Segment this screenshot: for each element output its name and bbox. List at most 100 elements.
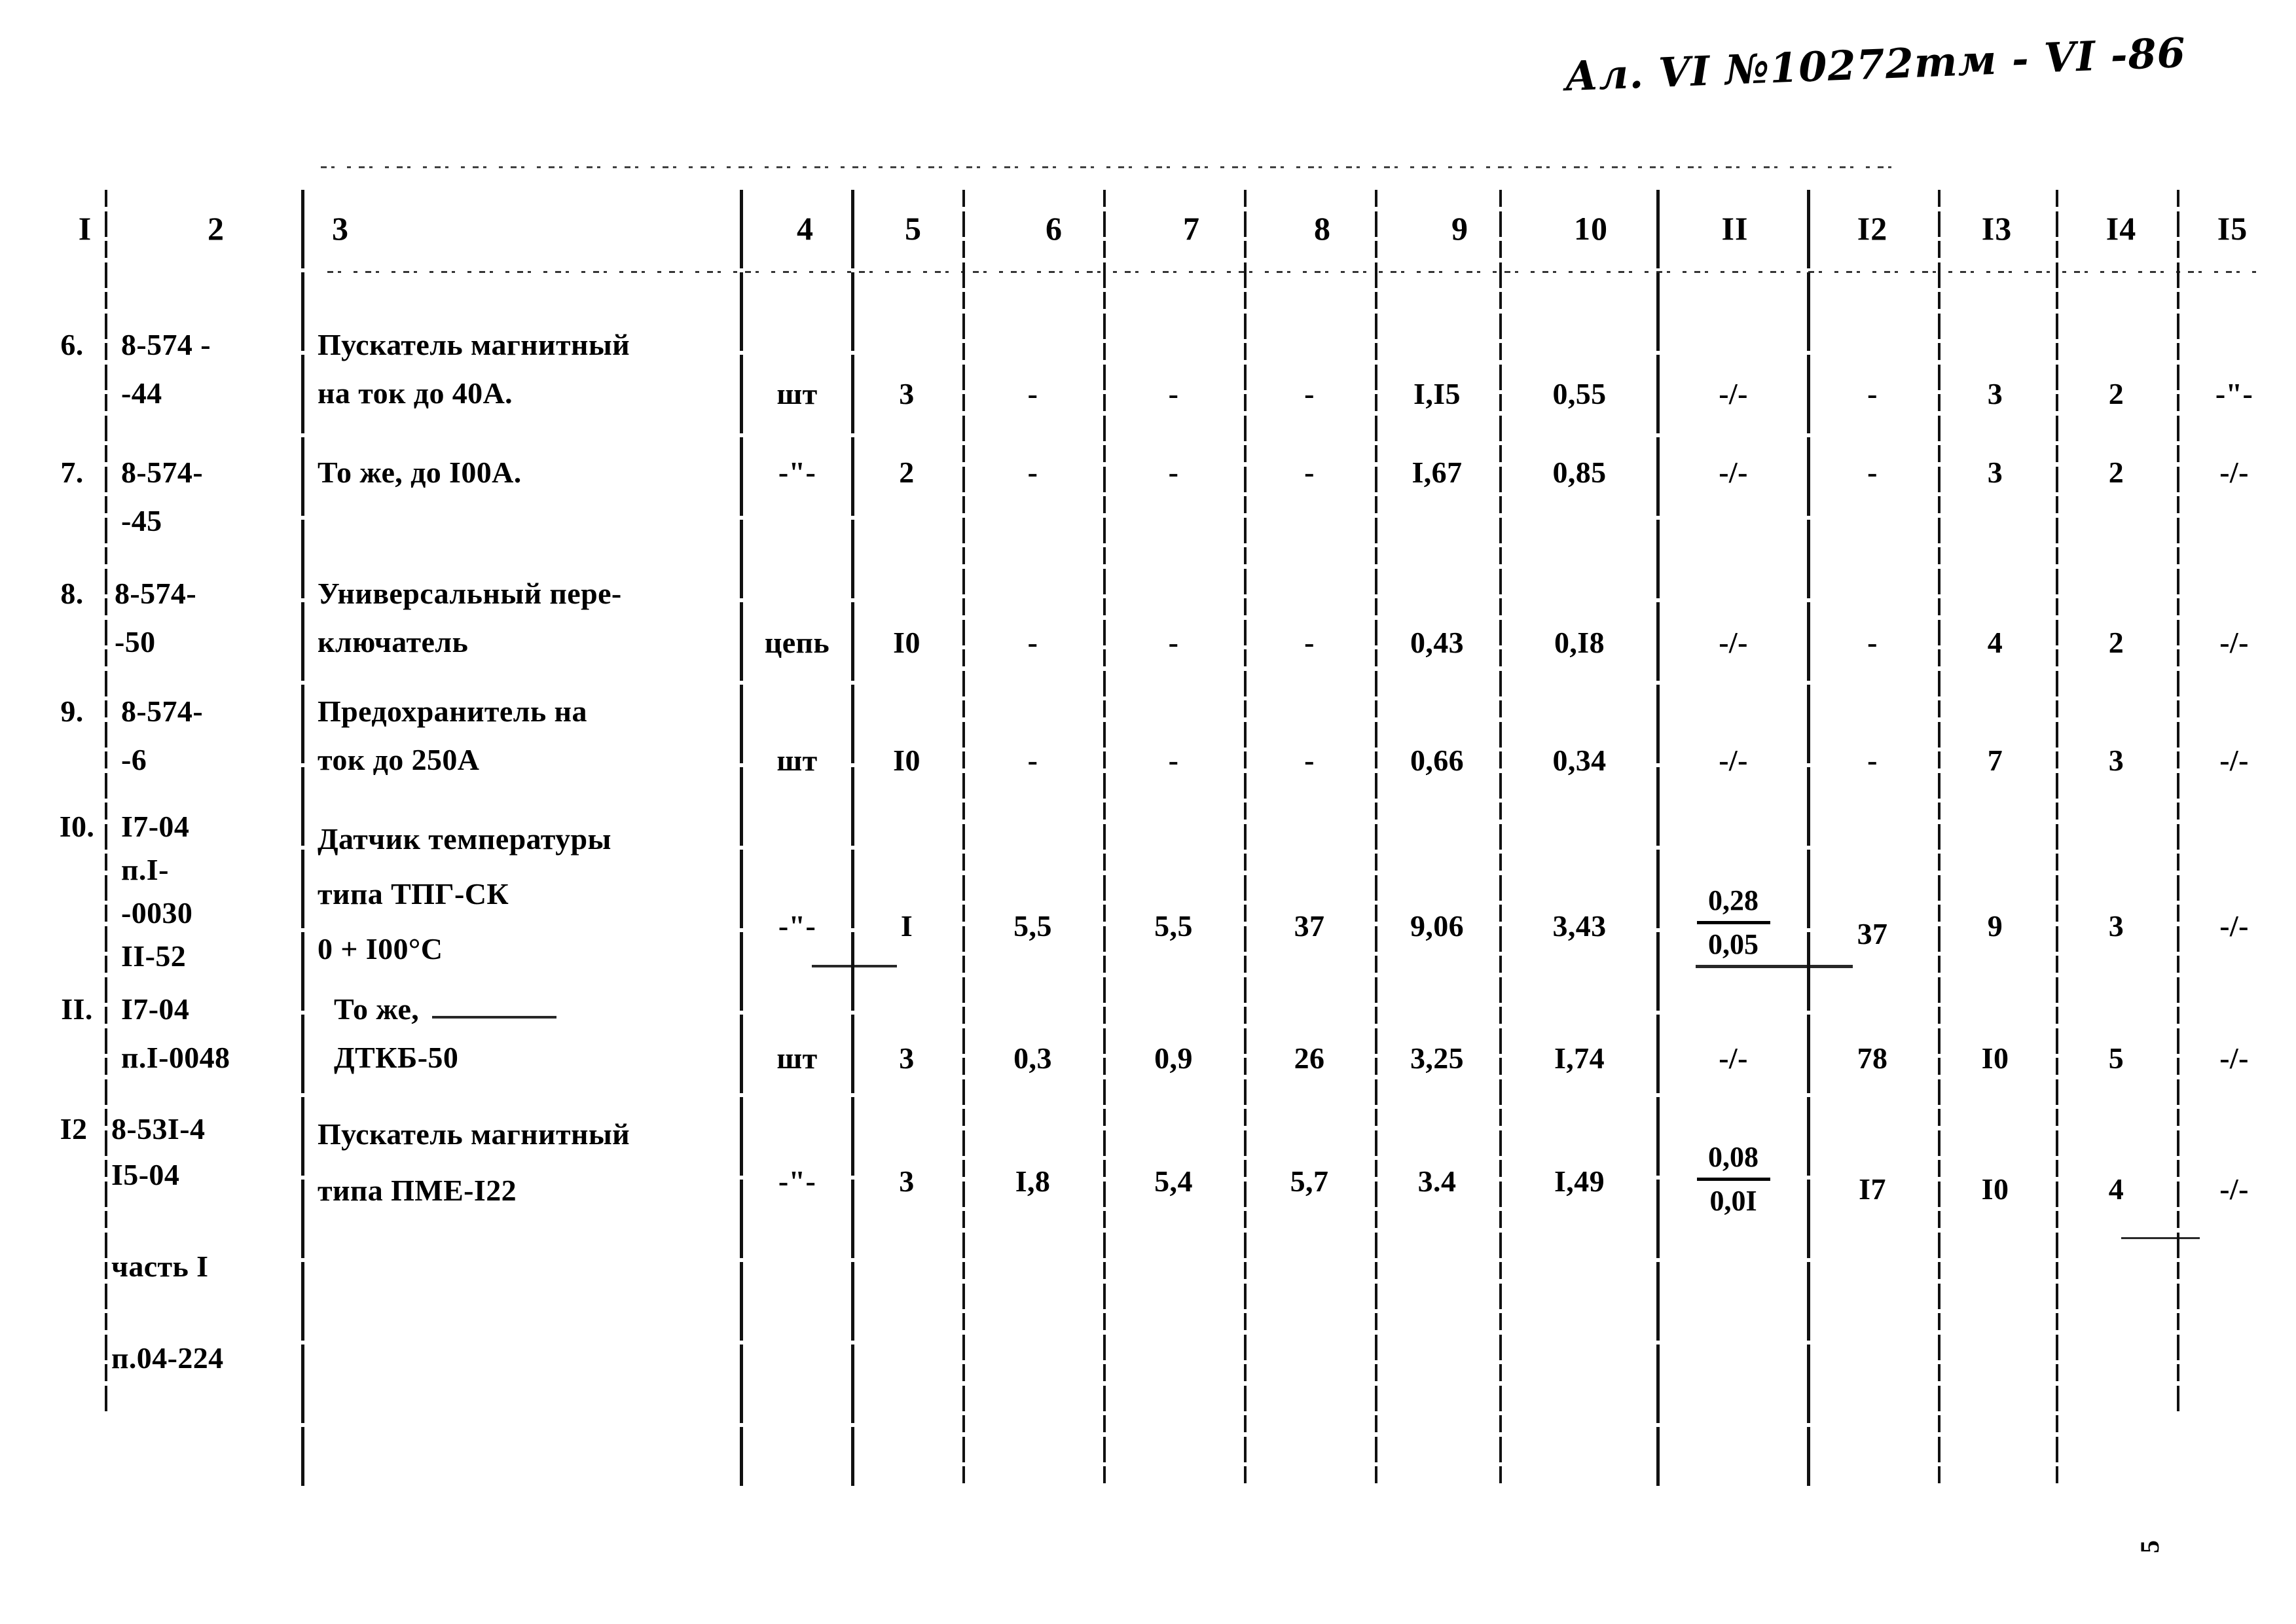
table-row-fraction: 0,28 0,05 <box>1663 882 1804 963</box>
table-row: Универсальный пере- ключатель <box>318 577 622 659</box>
table-row: 8-574- -6 <box>121 695 204 776</box>
column-header-12: I2 <box>1857 210 1888 247</box>
table-row: I0 <box>1981 1041 2009 1075</box>
scan-artifact-stroke <box>812 965 897 967</box>
table-top-border <box>321 166 1892 168</box>
page-corner-mark: 5 <box>2135 1539 2164 1553</box>
table-row: I0. <box>59 810 95 843</box>
table-row: 37 <box>1857 917 1888 950</box>
fraction-numerator: 0,08 <box>1708 1141 1758 1173</box>
table-row: 0,66 <box>1410 744 1465 777</box>
table-row: - <box>1304 626 1315 659</box>
table-row: I,49 <box>1554 1164 1605 1198</box>
table-row: То же, до I00А. <box>318 456 522 489</box>
table-row: -"- <box>2215 377 2253 410</box>
table-row: 3,43 <box>1552 909 1607 943</box>
table-row: - <box>1168 456 1179 489</box>
table-row: 0,55 <box>1552 377 1607 410</box>
table-row: цепь <box>764 626 830 659</box>
table-row: -/- <box>2219 909 2249 943</box>
table-row: 3 <box>899 1041 915 1075</box>
table-row: I2 <box>60 1112 88 1146</box>
fraction-numerator: 0,28 <box>1708 884 1758 916</box>
table-row: 26 <box>1294 1041 1325 1075</box>
column-header-9: 9 <box>1451 210 1468 247</box>
table-row: Пускатель магнитный типа ПМЕ-I22 <box>318 1117 630 1207</box>
table-row: - <box>1027 456 1038 489</box>
table-row: 78 <box>1857 1041 1888 1075</box>
fraction-denominator: 0,05 <box>1708 928 1758 960</box>
column-divider-10 <box>1656 190 1660 1486</box>
column-header-7: 7 <box>1183 210 1200 247</box>
table-row: 9,06 <box>1410 909 1465 943</box>
column-header-1: I <box>78 210 92 247</box>
fraction-denominator: 0,0I <box>1709 1185 1757 1217</box>
table-row: I <box>900 909 913 943</box>
table-row: - <box>1027 744 1038 777</box>
table-row: 2 <box>2108 377 2124 410</box>
table-row: - <box>1168 377 1179 410</box>
table-row: 5,7 <box>1290 1164 1329 1198</box>
column-divider-9 <box>1499 190 1502 1486</box>
table-row: - <box>1304 744 1315 777</box>
table-row: - <box>1304 456 1315 489</box>
column-divider-13 <box>2056 190 2058 1486</box>
table-row: 5,5 <box>1154 909 1193 943</box>
table-row: 3 <box>899 377 915 410</box>
table-row: Датчик температуры типа ТПГ-СК 0 + I00°С <box>318 822 611 965</box>
table-row: 0,34 <box>1552 744 1607 777</box>
table-row: 5,5 <box>1013 909 1052 943</box>
column-header-6: 6 <box>1046 210 1063 247</box>
table-row: -/- <box>1719 456 1748 489</box>
table-row: -/- <box>1719 377 1748 410</box>
table-row: 0,9 <box>1154 1041 1193 1075</box>
handwritten-archive-reference: Ал. VI №10272тм - VI -86 <box>1563 28 2187 101</box>
table-row: I,8 <box>1015 1164 1051 1198</box>
table-row: 3.4 <box>1417 1164 1457 1198</box>
table-row: -/- <box>2219 626 2249 659</box>
table-row: 3 <box>1987 377 2003 410</box>
table-row: I7 <box>1859 1172 1886 1206</box>
column-header-14: I4 <box>2105 210 2137 247</box>
column-header-11: II <box>1721 210 1749 247</box>
fraction-bar <box>1696 921 1770 924</box>
table-row: 0,3 <box>1013 1041 1052 1075</box>
table-row: шт <box>776 1041 818 1075</box>
table-row: I0 <box>893 626 920 659</box>
table-row: I0 <box>1981 1172 2009 1206</box>
table-row: -/- <box>2219 456 2249 489</box>
column-divider-7 <box>1244 190 1247 1486</box>
table-row: I,74 <box>1554 1041 1605 1075</box>
table-row: 0,43 <box>1410 626 1465 659</box>
table-row: - <box>1027 377 1038 410</box>
table-row: -/- <box>2219 744 2249 777</box>
table-row: - <box>1304 377 1315 410</box>
table-row: -/- <box>2219 1041 2249 1075</box>
table-row: I,I5 <box>1413 377 1461 410</box>
table-row: 3 <box>2108 909 2124 943</box>
table-row: Пускатель магнитный на ток до 40А. <box>318 328 630 410</box>
table-row: 9 <box>1987 909 2003 943</box>
table-row: -"- <box>778 909 816 943</box>
table-row: 4 <box>2108 1172 2124 1206</box>
table-row: 8-574- -50 <box>115 577 197 659</box>
table-row: 3 <box>2108 744 2124 777</box>
table-row: То же, ДТКБ-50 <box>334 992 459 1074</box>
table-row: 8-53I-4 I5-04 часть I п.04-224 <box>111 1112 224 1375</box>
table-row: - <box>1027 626 1038 659</box>
fraction-bar <box>1696 1178 1770 1181</box>
table-row: 3 <box>1987 456 2003 489</box>
table-row: 2 <box>2108 456 2124 489</box>
table-row: -/- <box>2219 1172 2249 1206</box>
table-row: -/- <box>1719 1041 1748 1075</box>
table-row: I7-04 п.I-0048 <box>121 992 230 1074</box>
table-row: 8. <box>60 577 84 610</box>
column-header-13: I3 <box>1981 210 2013 247</box>
table-row: -"- <box>778 456 816 489</box>
table-row: шт <box>776 744 818 777</box>
column-divider-1 <box>105 190 107 1414</box>
table-row: - <box>1168 744 1179 777</box>
column-header-3: 3 <box>332 210 349 247</box>
column-header-15: I5 <box>2217 210 2248 247</box>
table-row: 5,4 <box>1154 1164 1193 1198</box>
